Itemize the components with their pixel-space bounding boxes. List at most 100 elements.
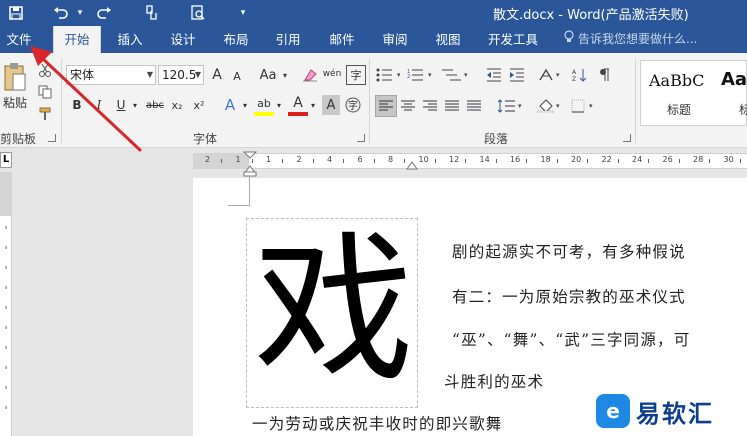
borders-icon[interactable]: ▾: [570, 95, 598, 117]
font-name-combo[interactable]: 宋体 ▼: [66, 65, 156, 85]
ruler-number: 22: [601, 155, 612, 164]
undo-dropdown-icon[interactable]: ▾: [75, 0, 85, 26]
group-separator: [369, 59, 370, 143]
tab-selector[interactable]: L: [0, 152, 12, 168]
style-heading-2[interactable]: Aa 标: [715, 61, 747, 125]
style-heading[interactable]: AaBbC 标题: [641, 61, 713, 125]
numbering-icon[interactable]: 1 2 ▾: [406, 65, 434, 85]
tab-insert[interactable]: 插入: [109, 26, 151, 53]
body-line[interactable]: 剧的起源实不可考，有多种假说: [452, 240, 686, 262]
redo-icon[interactable]: [92, 0, 116, 26]
cut-icon[interactable]: [36, 61, 54, 79]
font-size-combo[interactable]: 120.5 ▼: [158, 65, 204, 85]
paragraph-launcher-icon[interactable]: [623, 134, 631, 142]
styles-gallery: AaBbC 标题 Aa 标: [640, 60, 747, 126]
undo-icon[interactable]: [48, 0, 74, 26]
tab-mailings[interactable]: 邮件: [321, 26, 363, 53]
ruler-number: 12: [449, 155, 460, 164]
print-preview-icon[interactable]: [186, 0, 210, 26]
ruler-tick: [434, 159, 436, 163]
indent-marker-icon[interactable]: [242, 150, 258, 178]
tab-file[interactable]: 文件: [0, 26, 38, 53]
format-painter-icon[interactable]: [36, 105, 54, 123]
bullets-icon[interactable]: ▾: [375, 65, 401, 85]
clear-formatting-icon[interactable]: [300, 65, 320, 85]
ruler-number: 30: [723, 155, 734, 164]
superscript-button[interactable]: x²: [190, 95, 208, 115]
paste-icon[interactable]: [2, 59, 28, 95]
character-shading-button[interactable]: A: [322, 95, 340, 115]
grow-font-button[interactable]: A: [208, 65, 226, 85]
change-case-button[interactable]: Aa: [256, 65, 280, 85]
copy-icon[interactable]: [36, 83, 54, 101]
body-line[interactable]: 一为劳动或庆祝丰收时的即兴歌舞: [252, 412, 503, 434]
font-color-button[interactable]: A: [288, 94, 308, 116]
line-spacing-icon[interactable]: ▾: [496, 95, 524, 117]
distributed-icon[interactable]: [464, 95, 484, 117]
chevron-down-icon[interactable]: ▾: [240, 95, 250, 115]
chevron-down-icon[interactable]: ▾: [274, 95, 284, 115]
shrink-font-button[interactable]: A: [229, 67, 245, 85]
body-line[interactable]: 有二：一为原始宗教的巫术仪式: [452, 285, 686, 307]
ruler-number: 24: [632, 155, 643, 164]
customize-icon[interactable]: ▾: [236, 0, 250, 26]
enclose-characters-icon[interactable]: 字: [344, 95, 362, 115]
save-icon[interactable]: [4, 0, 28, 26]
bold-button[interactable]: B: [68, 95, 86, 115]
tab-home[interactable]: 开始: [53, 26, 101, 53]
shading-icon[interactable]: ▾: [536, 95, 564, 117]
svg-text:▾: ▾: [518, 102, 522, 110]
chevron-down-icon[interactable]: ▾: [280, 65, 290, 85]
right-indent-marker-icon[interactable]: [406, 160, 418, 170]
align-right-icon[interactable]: [420, 95, 440, 117]
tab-design[interactable]: 设计: [162, 26, 204, 53]
dropcap-character[interactable]: 戏: [251, 212, 417, 408]
tab-review[interactable]: 审阅: [374, 26, 416, 53]
ruler-number: 6: [357, 155, 363, 164]
chevron-down-icon[interactable]: ▾: [130, 95, 140, 115]
svg-text:A: A: [572, 69, 577, 76]
body-line[interactable]: “巫”、“舞”、“武”三字同源，可: [452, 328, 690, 350]
highlight-button[interactable]: ab: [254, 94, 274, 116]
text-effects-button[interactable]: A: [220, 94, 240, 116]
ribbon-tabs: 文件 开始 插入 设计 布局 引用 邮件 审阅 视图 开发工具 告诉我您想要做什…: [0, 26, 747, 53]
ruler-number: 8: [388, 155, 394, 164]
show-marks-icon[interactable]: [594, 65, 614, 85]
body-line[interactable]: 斗胜利的巫术: [444, 370, 544, 392]
tab-view[interactable]: 视图: [427, 26, 469, 53]
clipboard-launcher-icon[interactable]: [48, 134, 56, 142]
touch-mode-icon[interactable]: [140, 0, 164, 26]
ruler-number: 4: [327, 155, 333, 164]
tab-layout[interactable]: 布局: [215, 26, 257, 53]
tab-developer[interactable]: 开发工具: [480, 26, 546, 53]
underline-button[interactable]: U: [112, 95, 130, 115]
tell-me-search[interactable]: 告诉我您想要做什么...: [564, 26, 697, 53]
increase-indent-icon[interactable]: [507, 65, 527, 85]
character-border-button[interactable]: 字: [346, 65, 366, 85]
group-separator: [635, 59, 636, 143]
decrease-indent-icon[interactable]: [484, 65, 504, 85]
sort-icon[interactable]: AZ: [570, 65, 590, 85]
justify-icon[interactable]: [442, 95, 462, 117]
ruler-number: 1: [235, 155, 241, 164]
svg-text:▾: ▾: [464, 71, 468, 79]
subscript-button[interactable]: x₂: [168, 95, 186, 115]
chevron-down-icon[interactable]: ▾: [308, 95, 318, 115]
phonetic-guide-button[interactable]: wén: [322, 63, 342, 85]
ruler-tick: [404, 159, 405, 163]
paste-button[interactable]: 粘贴: [0, 94, 30, 110]
multilevel-list-icon[interactable]: ▾: [440, 65, 470, 85]
chinese-layout-icon[interactable]: ▾: [537, 65, 563, 85]
italic-button[interactable]: I: [90, 95, 108, 115]
font-launcher-icon[interactable]: [357, 134, 365, 142]
svg-text:▾: ▾: [556, 71, 560, 79]
font-group-label: 字体: [193, 132, 218, 146]
tab-references[interactable]: 引用: [267, 26, 309, 53]
watermark-logo: e: [596, 394, 630, 428]
align-left-icon[interactable]: [375, 95, 397, 117]
ruler-number: 1: [266, 155, 272, 164]
strikethrough-button[interactable]: abc: [144, 95, 166, 115]
align-center-icon[interactable]: [398, 95, 418, 117]
ruler-number: 28: [693, 155, 704, 164]
svg-text:▾: ▾: [397, 71, 400, 79]
